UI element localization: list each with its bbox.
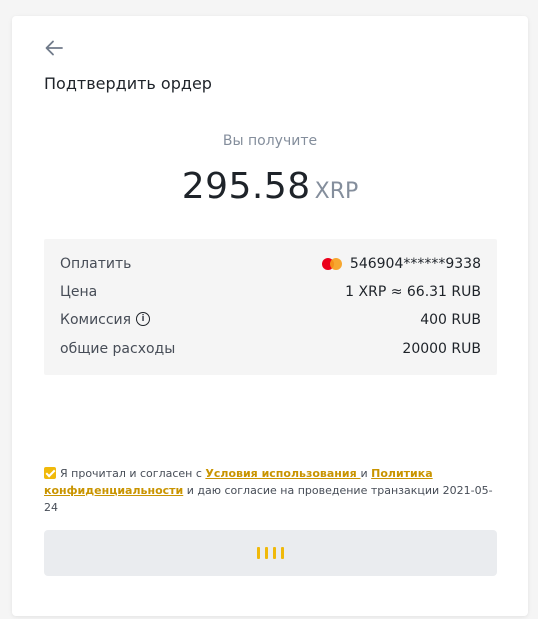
back-button[interactable]: [42, 36, 66, 60]
price-value: 1 XRP ≈ 66.31 RUB: [345, 284, 481, 300]
amount-value: 295.58: [181, 166, 311, 207]
fee-value: 400 RUB: [420, 312, 481, 328]
agreement-and: и: [360, 467, 372, 480]
arrow-left-icon: [45, 40, 63, 56]
amount-unit: XRP: [314, 179, 359, 204]
fee-label: Комиссия: [60, 312, 132, 328]
mastercard-icon: [321, 257, 344, 271]
terms-link[interactable]: Условия использования: [205, 467, 360, 480]
price-label: Цена: [60, 284, 98, 300]
detail-row-fee: Комиссия i 400 RUB: [60, 309, 481, 331]
loading-icon: [257, 547, 284, 559]
pay-value: 546904******9338: [321, 253, 481, 275]
detail-row-price: Цена 1 XRP ≈ 66.31 RUB: [60, 281, 481, 303]
card-number: 546904******9338: [349, 256, 481, 272]
agreement: Я прочитал и согласен с Условия использо…: [44, 465, 494, 516]
receive-amount: 295.58 XRP: [12, 166, 528, 207]
info-icon[interactable]: i: [136, 312, 151, 326]
page-title: Подтвердить ордер: [44, 74, 212, 93]
receive-label: Вы получите: [222, 133, 318, 149]
total-label: общие расходы: [60, 341, 176, 357]
total-value: 20000 RUB: [402, 341, 481, 357]
order-details: Оплатить 546904******9338 Цена 1 XRP ≈ 6…: [44, 239, 497, 375]
agreement-checkbox[interactable]: [44, 467, 56, 479]
pay-label: Оплатить: [60, 256, 132, 272]
detail-row-total: общие расходы 20000 RUB: [60, 338, 481, 360]
agreement-text-before: Я прочитал и согласен с: [60, 467, 206, 480]
confirm-order-card: Подтвердить ордер Вы получите 295.58 XRP …: [12, 16, 528, 616]
fee-label-wrap: Комиссия i: [60, 309, 151, 331]
confirm-button[interactable]: [44, 530, 497, 576]
detail-row-pay: Оплатить 546904******9338: [60, 253, 481, 275]
